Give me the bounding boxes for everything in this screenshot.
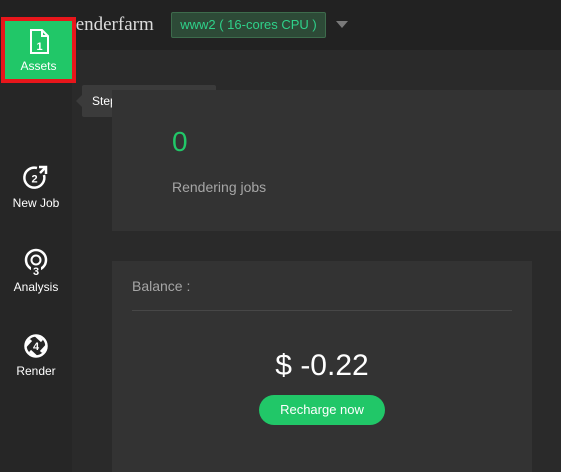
- sidebar-item-label: Render: [16, 364, 56, 378]
- sidebar-item-assets[interactable]: 1 Assets: [1, 17, 76, 83]
- svg-text:1: 1: [36, 41, 42, 53]
- sidebar-item-label: Analysis: [13, 280, 59, 294]
- svg-text:3: 3: [33, 266, 39, 276]
- server-select[interactable]: www2 ( 16-cores CPU ): [171, 12, 326, 38]
- sidebar-item-render[interactable]: 4 Render: [0, 318, 72, 398]
- sidebar-item-new-job[interactable]: 2 New Job: [0, 150, 72, 230]
- new-job-2-icon: 2: [23, 165, 48, 189]
- analysis-3-icon: 3: [24, 248, 48, 276]
- divider: [132, 310, 512, 311]
- top-header: FOX Renderfarm www2 ( 16-cores CPU ): [0, 0, 561, 50]
- document-1-icon: 1: [29, 29, 49, 54]
- sidebar-item-label: New Job: [12, 196, 60, 210]
- sidebar-item-label: Assets: [20, 59, 57, 73]
- chevron-down-icon[interactable]: [336, 21, 348, 28]
- balance-amount: $ -0.22: [275, 349, 369, 382]
- rendering-jobs-count: 0: [172, 126, 188, 157]
- balance-card: Balance : $ -0.22 Recharge now: [112, 261, 532, 472]
- svg-text:4: 4: [33, 341, 40, 353]
- balance-label: Balance :: [132, 278, 191, 294]
- sidebar-item-analysis[interactable]: 3 Analysis: [0, 234, 72, 314]
- rendering-jobs-card: 0 Rendering jobs: [112, 90, 561, 231]
- svg-text:2: 2: [31, 174, 37, 186]
- rendering-jobs-label: Rendering jobs: [172, 179, 267, 195]
- recharge-button[interactable]: Recharge now: [259, 395, 385, 425]
- logo-renderfarm-text: Renderfarm: [63, 14, 154, 35]
- render-4-icon: 4: [24, 334, 48, 358]
